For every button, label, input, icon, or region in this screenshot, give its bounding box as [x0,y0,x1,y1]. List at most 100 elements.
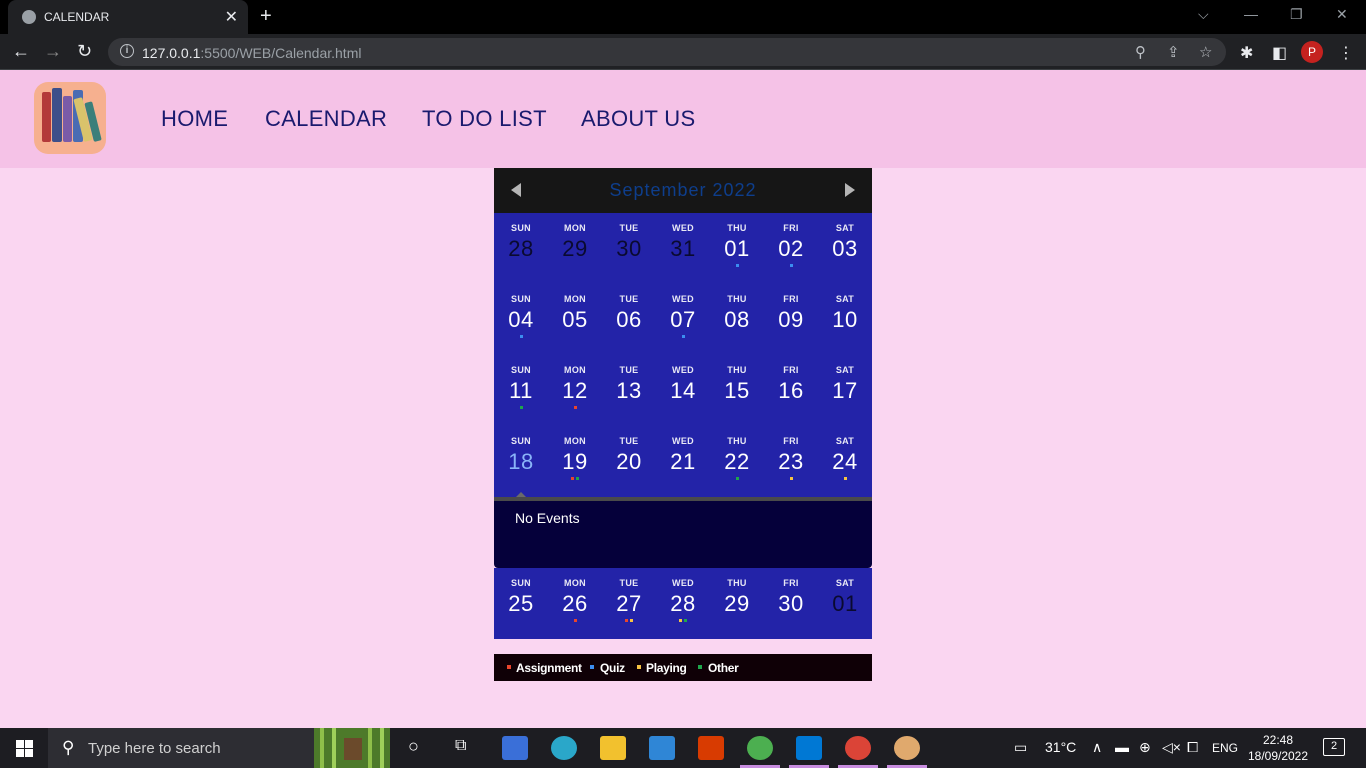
office-icon[interactable] [698,736,724,760]
day-cell[interactable]: SUN 11 [494,355,548,426]
day-cell[interactable]: WED 07 [656,284,710,355]
store-icon[interactable] [502,736,528,760]
tab-title: CALENDAR [44,10,110,24]
vscode-icon[interactable] [796,736,822,760]
profile-avatar[interactable]: P [1301,41,1323,63]
day-cell[interactable]: TUE 13 [602,355,656,426]
battery-icon[interactable]: ▬ [1115,739,1129,755]
paint-icon[interactable] [894,736,920,760]
day-cell[interactable]: SUN 18 [494,426,548,497]
day-cell[interactable]: WED 31 [656,213,710,284]
day-cell[interactable]: THU 08 [710,284,764,355]
share-icon[interactable]: ⇪ [1167,43,1180,61]
bookmark-star-icon[interactable]: ☆ [1199,43,1212,61]
day-number: 09 [778,307,804,332]
day-cell[interactable]: THU 22 [710,426,764,497]
day-cell[interactable]: TUE 27 [602,568,656,639]
nav-calendar[interactable]: CALENDAR [265,106,387,132]
day-name: SUN [511,436,531,446]
weather-icon[interactable]: ▭ [1014,739,1027,756]
project-icon[interactable]: ⧠ [1187,739,1198,756]
event-dot-playing [843,477,847,480]
day-cell[interactable]: SAT 03 [818,213,872,284]
network-icon[interactable]: ⊕ [1139,739,1151,756]
day-number: 25 [508,591,534,616]
day-cell[interactable]: TUE 06 [602,284,656,355]
taskbar-clock[interactable]: 22:48 18/09/2022 [1246,732,1310,764]
extensions-icon[interactable]: ✱ [1240,43,1253,63]
site-info-icon[interactable]: i [120,44,134,58]
day-cell[interactable]: FRI 23 [764,426,818,497]
event-dots [710,406,764,410]
restore-button[interactable]: ❐ [1290,6,1303,23]
event-dot-quiz [735,264,739,267]
edge-icon[interactable] [551,736,577,760]
day-cell[interactable]: SAT 10 [818,284,872,355]
next-month-arrow-icon[interactable] [845,183,855,197]
show-hidden-icons-chevron[interactable]: ∧ [1092,739,1102,756]
side-panel-icon[interactable]: ◧ [1272,43,1287,63]
day-cell[interactable]: THU 01 [710,213,764,284]
week-row: SUN 11 MON 12 TUE 13 WED 14 THU 15 FRI 16 SAT 17 [494,355,872,426]
calendar-header: September 2022 [494,168,872,213]
day-cell[interactable]: MON 12 [548,355,602,426]
legend-swatch-assignment [507,665,511,669]
close-tab-icon[interactable]: ✕ [225,7,238,27]
notification-center-icon[interactable]: 2 [1323,738,1345,756]
day-cell[interactable]: SUN 25 [494,568,548,639]
tab-search-icon[interactable]: ⌵ [1198,6,1209,23]
volume-muted-icon[interactable]: ◁× [1162,739,1181,756]
day-cell[interactable]: THU 29 [710,568,764,639]
file-explorer-icon[interactable] [600,736,626,760]
reload-icon[interactable]: ↻ [77,41,92,62]
weather-temp[interactable]: 31°C [1045,739,1076,755]
event-dot-assignment [573,619,577,622]
day-number: 07 [670,307,696,332]
cortana-icon[interactable]: ○ [408,736,419,757]
nav-home[interactable]: HOME [161,106,228,132]
day-cell[interactable]: WED 28 [656,568,710,639]
day-cell[interactable]: WED 21 [656,426,710,497]
day-cell[interactable]: TUE 20 [602,426,656,497]
forward-arrow-icon[interactable]: → [44,41,62,62]
close-window-button[interactable]: ✕ [1336,6,1348,23]
minimize-button[interactable]: — [1244,6,1258,22]
day-cell[interactable]: MON 19 [548,426,602,497]
day-cell[interactable]: FRI 09 [764,284,818,355]
day-cell[interactable]: SUN 04 [494,284,548,355]
nav-about-us[interactable]: ABOUT US [581,106,695,132]
browser-tab[interactable]: CALENDAR ✕ [8,0,248,34]
day-cell[interactable]: SAT 01 [818,568,872,639]
day-cell[interactable]: FRI 30 [764,568,818,639]
taskbar-search-input[interactable]: ⚲ Type here to search [48,728,390,768]
day-cell[interactable]: MON 29 [548,213,602,284]
day-cell[interactable]: SAT 24 [818,426,872,497]
mail-icon[interactable] [649,736,675,760]
event-dots [656,619,710,623]
day-name: FRI [783,578,799,588]
day-cell[interactable]: WED 14 [656,355,710,426]
windows-start-icon[interactable] [16,740,33,757]
day-cell[interactable]: MON 05 [548,284,602,355]
zoom-icon[interactable]: ⚲ [1135,43,1146,61]
day-cell[interactable]: FRI 16 [764,355,818,426]
day-cell[interactable]: THU 15 [710,355,764,426]
day-cell[interactable]: FRI 02 [764,213,818,284]
day-number: 17 [832,378,858,403]
task-view-icon[interactable]: ⧉ [455,737,466,755]
day-cell[interactable]: SAT 17 [818,355,872,426]
event-dots [548,619,602,623]
day-cell[interactable]: SUN 28 [494,213,548,284]
new-tab-button[interactable]: + [260,5,272,28]
language-indicator[interactable]: ENG [1212,741,1238,755]
day-name: SUN [511,365,531,375]
nav-todo-list[interactable]: TO DO LIST [422,106,547,132]
day-cell[interactable]: MON 26 [548,568,602,639]
chrome-profile-icon[interactable] [845,736,871,760]
url-input[interactable]: i 127.0.0.1:5500/WEB/Calendar.html ⚲ ⇪ ☆ [108,38,1226,66]
books-logo[interactable] [34,82,106,154]
menu-kebab-icon[interactable]: ⋮ [1338,43,1354,63]
back-arrow-icon[interactable]: ← [12,41,30,62]
day-cell[interactable]: TUE 30 [602,213,656,284]
chrome-icon[interactable] [747,736,773,760]
